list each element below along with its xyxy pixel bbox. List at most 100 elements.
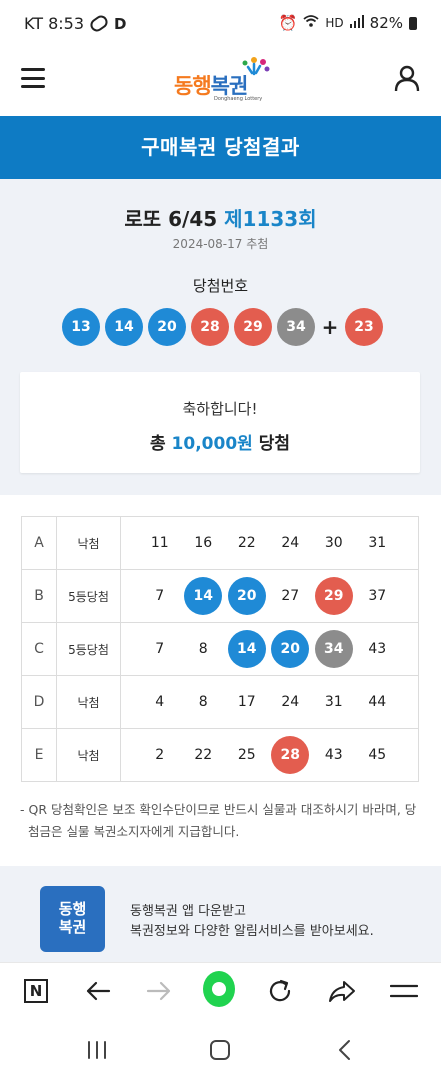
congrats-message: 축하합니다! bbox=[182, 400, 258, 418]
promo-line-2: 복권정보와 다양한 알림서비스를 받아보세요. bbox=[130, 924, 374, 939]
ticket-number-matched: 34 bbox=[314, 630, 353, 668]
row-result: 낙첨 bbox=[56, 675, 121, 729]
signal-icon bbox=[349, 14, 364, 32]
naver-n-icon: N bbox=[24, 979, 48, 1003]
ticket-number: 8 bbox=[198, 641, 208, 657]
ticket-number: 24 bbox=[281, 694, 300, 710]
ticket-number: 11 bbox=[150, 535, 169, 551]
ticket-number: 37 bbox=[368, 588, 387, 604]
back-arrow-icon[interactable] bbox=[82, 975, 114, 1007]
user-icon[interactable] bbox=[393, 64, 421, 92]
green-dot-button[interactable] bbox=[203, 971, 235, 1007]
draw-date: 2024-08-17 추첨 bbox=[172, 237, 269, 251]
ticket-number: 22 bbox=[237, 535, 256, 551]
status-bar: KT 8:53 D ⏰ HD 82% bbox=[0, 0, 441, 48]
table-row: A 낙첨 11 16 22 24 30 31 bbox=[21, 516, 419, 570]
congrats-card: 축하합니다! 총 10,000원 당첨 bbox=[20, 372, 420, 473]
ticket-number: 16 bbox=[194, 535, 213, 551]
recent-apps-icon[interactable] bbox=[82, 1038, 112, 1062]
ticket-number: 43 bbox=[324, 747, 343, 763]
ticket-number-matched: 20 bbox=[271, 630, 310, 668]
page-title-banner: 구매복권 당첨결과 bbox=[0, 116, 441, 179]
ticket-number: 17 bbox=[237, 694, 256, 710]
table-row: C 5등당첨 7 8 14 20 34 43 bbox=[21, 622, 419, 676]
ticket-number-matched: 20 bbox=[227, 577, 266, 615]
ticket-number: 43 bbox=[368, 641, 387, 657]
total-amount: 10,000원 bbox=[171, 434, 253, 454]
ticket-number: 44 bbox=[368, 694, 387, 710]
d-app-icon: D bbox=[114, 14, 127, 33]
game-name: 로또 6/45 bbox=[124, 207, 218, 231]
app-promo-banner[interactable]: 동행 복권 동행복권 앱 다운받고 복권정보와 다양한 알림서비스를 받아보세요… bbox=[0, 866, 441, 962]
ticket-number-matched: 29 bbox=[314, 577, 353, 615]
plus-sign: + bbox=[321, 315, 339, 339]
hamburger-menu-icon[interactable] bbox=[21, 68, 45, 88]
row-result: 5등당첨 bbox=[56, 569, 121, 623]
ticket-number-matched: 14 bbox=[184, 577, 223, 615]
ticket-number: 22 bbox=[194, 747, 213, 763]
promo-logo-line-1: 동행 bbox=[58, 900, 87, 918]
pill-icon bbox=[87, 13, 111, 34]
notice-line-1: - QR 당첨확인은 보조 확인수단이므로 반드시 실물과 대조하시기 바라며,… bbox=[20, 802, 417, 817]
ticket-number: 31 bbox=[324, 694, 343, 710]
result-section: 로또 6/45 제1133회 2024-08-17 추첨 당첨번호 13 14 … bbox=[0, 179, 441, 495]
total-prefix: 총 bbox=[149, 434, 166, 454]
battery-icon bbox=[409, 16, 417, 30]
row-result: 낙첨 bbox=[56, 728, 121, 782]
ticket-number-matched: 28 bbox=[271, 736, 310, 774]
battery-percent: 82% bbox=[369, 14, 403, 32]
total-suffix: 당첨 bbox=[258, 434, 290, 454]
refresh-icon[interactable] bbox=[264, 975, 296, 1007]
row-result: 낙첨 bbox=[56, 516, 121, 570]
ticket-number: 31 bbox=[368, 535, 387, 551]
naver-home-button[interactable]: N bbox=[20, 975, 52, 1007]
qr-notice: - QR 당첨확인은 보조 확인수단이므로 반드시 실물과 대조하시기 바라며,… bbox=[20, 799, 420, 843]
logo-subtext: Donghaeng Lottery bbox=[214, 96, 263, 102]
round-number: 제1133회 bbox=[224, 207, 317, 231]
row-result: 5등당첨 bbox=[56, 622, 121, 676]
browser-toolbar: N bbox=[0, 962, 441, 1021]
round-title: 로또 6/45 제1133회 bbox=[0, 203, 441, 232]
home-icon[interactable] bbox=[205, 1038, 235, 1062]
row-label: E bbox=[21, 728, 57, 782]
share-icon[interactable] bbox=[326, 975, 358, 1007]
ticket-number: 24 bbox=[281, 535, 300, 551]
winning-ball: 34 bbox=[277, 308, 315, 346]
app-header: 동행복권 Donghaeng Lottery bbox=[0, 48, 441, 117]
table-row: E 낙첨 2 22 25 28 43 45 bbox=[21, 728, 419, 782]
row-label: A bbox=[21, 516, 57, 570]
promo-text: 동행복권 앱 다운받고 복권정보와 다양한 알림서비스를 받아보세요. bbox=[130, 902, 374, 942]
winning-numbers: 13 14 20 28 29 34 + 23 bbox=[62, 308, 388, 346]
forward-arrow-icon[interactable] bbox=[143, 975, 175, 1007]
bonus-ball: 23 bbox=[345, 308, 383, 346]
row-label: D bbox=[21, 675, 57, 729]
row-label: B bbox=[21, 569, 57, 623]
menu-icon[interactable] bbox=[388, 975, 420, 1007]
row-label: C bbox=[21, 622, 57, 676]
alarm-icon: ⏰ bbox=[278, 14, 298, 32]
ticket-number: 45 bbox=[368, 747, 387, 763]
hd-badge: HD bbox=[325, 16, 344, 30]
donghaeng-logo[interactable]: 동행복권 Donghaeng Lottery bbox=[174, 54, 274, 110]
ticket-number: 8 bbox=[198, 694, 208, 710]
winning-ball: 28 bbox=[191, 308, 229, 346]
ticket-number: 7 bbox=[155, 588, 165, 604]
wifi-icon bbox=[303, 14, 319, 32]
table-row: B 5등당첨 7 14 20 27 29 37 bbox=[21, 569, 419, 623]
logo-text-2: 복권 bbox=[210, 74, 249, 98]
ticket-number: 27 bbox=[281, 588, 300, 604]
carrier-time: KT 8:53 bbox=[24, 14, 85, 33]
winning-numbers-label: 당첨번호 bbox=[192, 277, 249, 295]
ticket-results-table: A 낙첨 11 16 22 24 30 31 B 5등당첨 7 14 20 27… bbox=[21, 516, 419, 782]
ticket-number: 25 bbox=[237, 747, 256, 763]
app-logo-icon: 동행 복권 bbox=[40, 886, 105, 952]
promo-line-1: 동행복권 앱 다운받고 bbox=[130, 904, 246, 919]
back-icon[interactable] bbox=[330, 1038, 360, 1062]
promo-logo-line-2: 복권 bbox=[58, 918, 87, 936]
winning-ball: 14 bbox=[105, 308, 143, 346]
winning-ball: 29 bbox=[234, 308, 272, 346]
notice-line-2: 첨금은 실물 복권소지자에게 지급합니다. bbox=[28, 824, 240, 839]
ticket-number: 7 bbox=[155, 641, 165, 657]
winning-ball: 20 bbox=[148, 308, 186, 346]
ticket-number: 30 bbox=[324, 535, 343, 551]
